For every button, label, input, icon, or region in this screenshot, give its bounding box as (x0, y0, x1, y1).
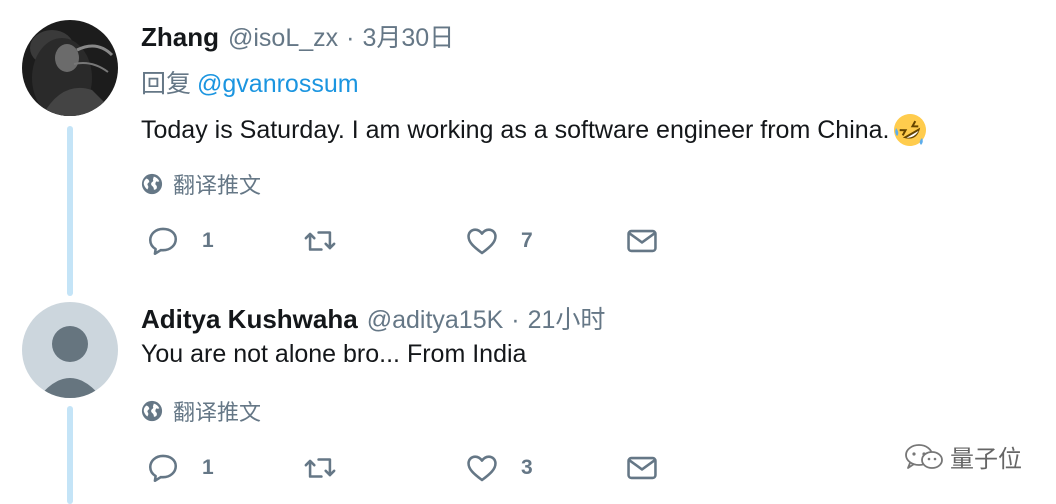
separator-dot: · (346, 24, 355, 52)
tweet-text: You are not alone bro... From India (141, 340, 526, 369)
reply-count: 1 (202, 456, 214, 479)
like-count: 7 (521, 229, 533, 252)
translate-label: 翻译推文 (173, 400, 262, 425)
timestamp[interactable]: 3月30日 (362, 18, 454, 54)
watermark: 量子位 (904, 439, 1022, 474)
reply-icon (148, 227, 178, 256)
wechat-icon (905, 443, 943, 469)
like-button[interactable]: 7 (465, 224, 533, 258)
tweet-body: You are not alone bro... From India (141, 340, 527, 368)
default-profile-icon (22, 302, 118, 398)
tweet-actions: 1 7 (141, 224, 681, 264)
avatar-zhang[interactable] (22, 20, 118, 116)
avatar-photo (22, 20, 118, 116)
thread-line-2 (67, 406, 73, 504)
heart-icon (467, 228, 497, 255)
reply-count: 1 (202, 229, 214, 252)
watermark-text: 量子位 (950, 446, 1022, 473)
globe-icon (141, 173, 163, 195)
direct-message-button[interactable] (625, 224, 659, 258)
like-button[interactable]: 3 (465, 451, 533, 485)
separator-dot: · (511, 306, 520, 334)
rolling-on-the-floor-laughing-emoji-icon (893, 114, 926, 146)
reply-icon (148, 454, 178, 483)
translate-tweet-link[interactable]: 翻译推文 (141, 395, 261, 427)
globe-icon (141, 400, 163, 422)
display-name[interactable]: Aditya Kushwaha (141, 304, 358, 335)
envelope-icon (627, 456, 657, 480)
avatar-aditya[interactable] (22, 302, 118, 398)
tweet-text: Today is Saturday. I am working as a sof… (141, 112, 928, 148)
reply-button[interactable]: 1 (146, 224, 214, 258)
reply-button[interactable]: 1 (146, 451, 214, 485)
reply-context: 回复 @gvanrossum (141, 64, 359, 100)
tweet-body: Today is Saturday. I am working as a sof… (141, 115, 890, 144)
like-count: 3 (521, 456, 533, 479)
thread-line-1 (67, 126, 73, 296)
user-handle[interactable]: @isoL_zx (228, 24, 338, 53)
tweet-header: Aditya Kushwaha @aditya15K · 21小时 (141, 300, 605, 335)
envelope-icon (627, 229, 657, 253)
display-name[interactable]: Zhang (141, 22, 219, 53)
translate-label: 翻译推文 (173, 173, 262, 198)
tweet-header: Zhang @isoL_zx · 3月30日 (141, 18, 454, 53)
retweet-icon (304, 458, 336, 478)
reply-mention-link[interactable]: @gvanrossum (197, 70, 359, 98)
translate-tweet-link[interactable]: 翻译推文 (141, 168, 261, 200)
heart-icon (467, 455, 497, 482)
retweet-icon (304, 231, 336, 251)
direct-message-button[interactable] (625, 451, 659, 485)
reply-label: 回复 (141, 70, 192, 98)
timestamp[interactable]: 21小时 (528, 300, 606, 336)
user-handle[interactable]: @aditya15K (367, 306, 504, 335)
retweet-button[interactable] (303, 224, 359, 258)
tweet-actions: 1 3 (141, 451, 681, 491)
retweet-button[interactable] (303, 451, 359, 485)
